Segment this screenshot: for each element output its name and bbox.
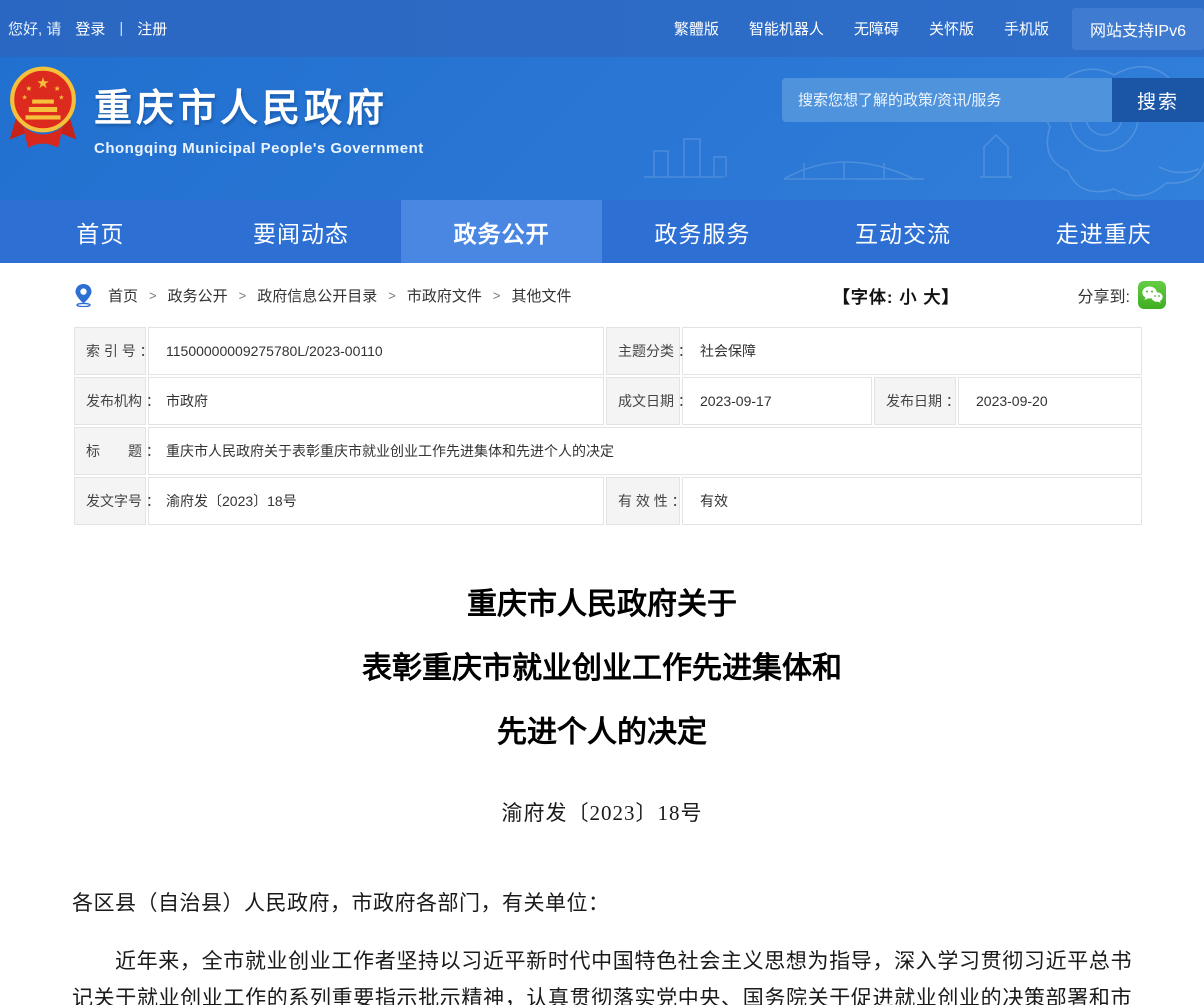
publish-date-value: 2023-09-20: [958, 377, 1142, 425]
nav-item-gov-services[interactable]: 政务服务: [602, 200, 803, 263]
accessibility-link[interactable]: 无障碍: [839, 18, 914, 39]
index-number-label: 索 引 号 ：: [74, 327, 146, 375]
crumb-gov-disclosure[interactable]: 政务公开: [168, 285, 228, 306]
page: 您好, 请 登录 | 注册 繁體版 智能机器人 无障碍 关怀版 手机版 网站支持…: [0, 0, 1204, 1005]
nav-item-gov-disclosure[interactable]: 政务公开: [401, 200, 602, 263]
nav-item-home[interactable]: 首页: [0, 200, 201, 263]
search-button[interactable]: 搜索: [1112, 78, 1204, 122]
nav-item-news[interactable]: 要闻动态: [201, 200, 402, 263]
share-label: 分享到:: [1078, 283, 1130, 307]
doc-title-label: 标 题 ：: [74, 427, 146, 475]
search-input[interactable]: [782, 78, 1112, 122]
site-name-english: Chongqing Municipal People's Government: [94, 140, 424, 157]
share-group: 分享到:: [1078, 281, 1166, 309]
document-content: 重庆市人民政府关于 表彰重庆市就业创业工作先进集体和 先进个人的决定 渝府发〔2…: [0, 573, 1204, 1005]
document-title-line2: 表彰重庆市就业创业工作先进集体和: [0, 637, 1204, 701]
document-number: 渝府发〔2023〕18号: [0, 797, 1204, 827]
main-nav: 首页 要闻动态 政务公开 政务服务 互动交流 走进重庆: [0, 200, 1204, 263]
font-size-control: 【字体: 小 大】: [833, 283, 960, 308]
document-salutation: 各区县（自治县）人民政府，市政府各部门，有关单位：: [72, 885, 1132, 922]
ipv6-badge: 网站支持IPv6: [1072, 8, 1204, 50]
wechat-share-icon[interactable]: [1138, 281, 1166, 309]
font-size-large-button[interactable]: 大】: [924, 283, 960, 308]
crumb-separator: >: [388, 288, 396, 303]
svg-text:★: ★: [58, 95, 64, 102]
document-title-line3: 先进个人的决定: [0, 701, 1204, 765]
location-pin-icon: [74, 283, 93, 307]
topbar: 您好, 请 登录 | 注册 繁體版 智能机器人 无障碍 关怀版 手机版 网站支持…: [0, 0, 1204, 57]
crumb-separator: >: [149, 288, 157, 303]
mobile-version-link[interactable]: 手机版: [989, 18, 1064, 39]
site-title-block: 重庆市人民政府 Chongqing Municipal People's Gov…: [94, 63, 424, 157]
crumb-city-gov-documents[interactable]: 市政府文件: [407, 285, 482, 306]
meta-row-index-topic: 索 引 号 ： 11500000009275780L/2023-00110 主题…: [74, 327, 1142, 375]
meta-row-agency-dates: 发布机构 ： 市政府 成文日期 ： 2023-09-17 发布日期 ： 2023…: [74, 377, 1142, 425]
document-title: 重庆市人民政府关于 表彰重庆市就业创业工作先进集体和 先进个人的决定: [0, 573, 1204, 765]
crumb-other-documents[interactable]: 其他文件: [511, 285, 571, 306]
meta-row-docno-validity: 发文字号 ： 渝府发〔2023〕18号 有 效 性 ： 有效: [74, 477, 1142, 525]
doc-title-value: 重庆市人民政府关于表彰重庆市就业创业工作先进集体和先进个人的决定: [148, 427, 1142, 475]
font-size-small-button[interactable]: 小: [900, 283, 918, 308]
breadcrumb: 首页 > 政务公开 > 政府信息公开目录 > 市政府文件 > 其他文件: [74, 283, 571, 307]
breadcrumb-row: 首页 > 政务公开 > 政府信息公开目录 > 市政府文件 > 其他文件 【字体:…: [0, 263, 1204, 321]
login-link[interactable]: 登录: [75, 18, 105, 39]
svg-text:★: ★: [25, 84, 32, 93]
crumb-separator: >: [239, 288, 247, 303]
ipv6-link[interactable]: 网站支持IPv6: [1090, 17, 1186, 41]
document-body: 各区县（自治县）人民政府，市政府各部门，有关单位： 近年来，全市就业创业工作者坚…: [72, 885, 1132, 1005]
document-title-line1: 重庆市人民政府关于: [0, 573, 1204, 637]
written-date-label: 成文日期 ：: [606, 377, 680, 425]
validity-label: 有 效 性 ：: [606, 477, 680, 525]
font-size-label: 【字体:: [833, 283, 894, 308]
written-date-value: 2023-09-17: [682, 377, 872, 425]
site-header: ★ ★ ★ ★ ★ 重庆市人民政府 Chongqing Municipal Pe…: [0, 57, 1204, 200]
topbar-menu: 繁體版 智能机器人 无障碍 关怀版 手机版 网站支持IPv6: [659, 0, 1204, 57]
topbar-account-area: 您好, 请 登录 | 注册: [0, 18, 167, 39]
meta-row-title: 标 题 ： 重庆市人民政府关于表彰重庆市就业创业工作先进集体和先进个人的决定: [74, 427, 1142, 475]
topic-category-label: 主题分类 ：: [606, 327, 680, 375]
greeting-text: 您好, 请: [8, 18, 61, 39]
site-search: 搜索: [782, 78, 1204, 122]
svg-text:★: ★: [22, 95, 28, 102]
svg-text:★: ★: [36, 75, 49, 92]
validity-value: 有效: [682, 477, 1142, 525]
nav-item-interaction[interactable]: 互动交流: [803, 200, 1004, 263]
doc-number-label: 发文字号 ：: [74, 477, 146, 525]
traditional-chinese-link[interactable]: 繁體版: [659, 18, 734, 39]
nav-item-about-chongqing[interactable]: 走进重庆: [1003, 200, 1204, 263]
document-paragraph: 近年来，全市就业创业工作者坚持以习近平新时代中国特色社会主义思想为指导，深入学习…: [72, 943, 1132, 1005]
issuing-agency-value: 市政府: [148, 377, 604, 425]
crumb-home[interactable]: 首页: [108, 285, 138, 306]
svg-text:★: ★: [54, 84, 61, 93]
topbar-divider: |: [119, 20, 123, 37]
senior-mode-link[interactable]: 关怀版: [914, 18, 989, 39]
register-link[interactable]: 注册: [137, 18, 167, 39]
topic-category-value: 社会保障: [682, 327, 1142, 375]
doc-number-value: 渝府发〔2023〕18号: [148, 477, 604, 525]
breadcrumb-tools: 【字体: 小 大】 分享到:: [833, 281, 1166, 309]
robot-assistant-link[interactable]: 智能机器人: [734, 18, 839, 39]
issuing-agency-label: 发布机构 ：: [74, 377, 146, 425]
document-meta-table: 索 引 号 ： 11500000009275780L/2023-00110 主题…: [72, 325, 1144, 527]
crumb-info-catalog[interactable]: 政府信息公开目录: [257, 285, 377, 306]
site-name: 重庆市人民政府: [94, 77, 424, 132]
national-emblem-icon: ★ ★ ★ ★ ★: [8, 63, 78, 151]
site-logo[interactable]: ★ ★ ★ ★ ★ 重庆市人民政府 Chongqing Municipal Pe…: [8, 63, 424, 157]
publish-date-label: 发布日期 ：: [874, 377, 956, 425]
crumb-separator: >: [493, 288, 501, 303]
index-number-value: 11500000009275780L/2023-00110: [148, 327, 604, 375]
